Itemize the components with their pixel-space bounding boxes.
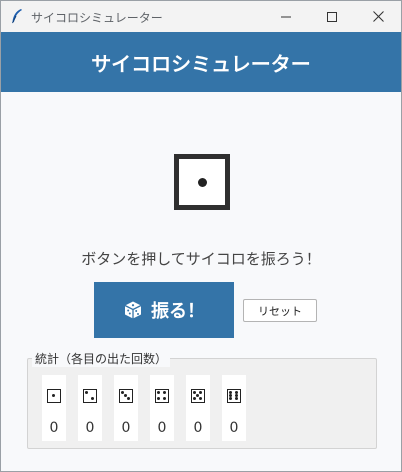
close-button[interactable] [355, 1, 401, 32]
stats-legend: 統計（各目の出た回数） [32, 350, 171, 367]
stat-column-6: 0 [222, 375, 246, 441]
stat-count-2: 0 [85, 420, 95, 436]
dice-two-icon [83, 389, 97, 403]
dice-five-icon [191, 389, 205, 403]
stat-column-2: 0 [78, 375, 102, 441]
minimize-icon [281, 16, 291, 17]
title-bar[interactable]: サイコロシミュレーター [1, 1, 401, 32]
instruction-message: ボタンを押してサイコロを振ろう！ [81, 250, 321, 268]
maximize-button[interactable] [309, 1, 355, 32]
dice-face-display [174, 154, 230, 210]
close-icon [372, 11, 384, 22]
roll-button-label: 振る！ [151, 301, 205, 322]
dice-icon [123, 300, 143, 320]
page-title: サイコロシミュレーター [91, 51, 311, 76]
stat-column-5: 0 [186, 375, 210, 441]
stat-column-1: 0 [42, 375, 66, 441]
reset-button[interactable]: リセット [243, 299, 317, 322]
maximize-icon [327, 11, 337, 22]
roll-button[interactable]: 振る！ [94, 282, 234, 338]
stat-count-5: 0 [193, 420, 203, 436]
dice-three-icon [119, 389, 133, 403]
stat-column-3: 0 [114, 375, 138, 441]
stat-column-4: 0 [150, 375, 174, 441]
stat-count-1: 0 [49, 420, 59, 436]
feather-icon [10, 8, 24, 24]
stat-count-6: 0 [229, 420, 239, 436]
stat-count-3: 0 [121, 420, 131, 436]
app-window: サイコロシミュレーター サイコロシミュレーター ボタンを押してサイコロを振ろう！ [0, 0, 402, 472]
stat-count-4: 0 [157, 420, 167, 436]
window-title: サイコロシミュレーター [31, 11, 163, 25]
dice-pip [197, 177, 207, 187]
dice-four-icon [155, 389, 169, 403]
minimize-button[interactable] [263, 1, 309, 32]
dice-six-icon [227, 389, 241, 403]
dice-one-icon [47, 389, 61, 403]
app-header: サイコロシミュレーター [1, 32, 401, 92]
